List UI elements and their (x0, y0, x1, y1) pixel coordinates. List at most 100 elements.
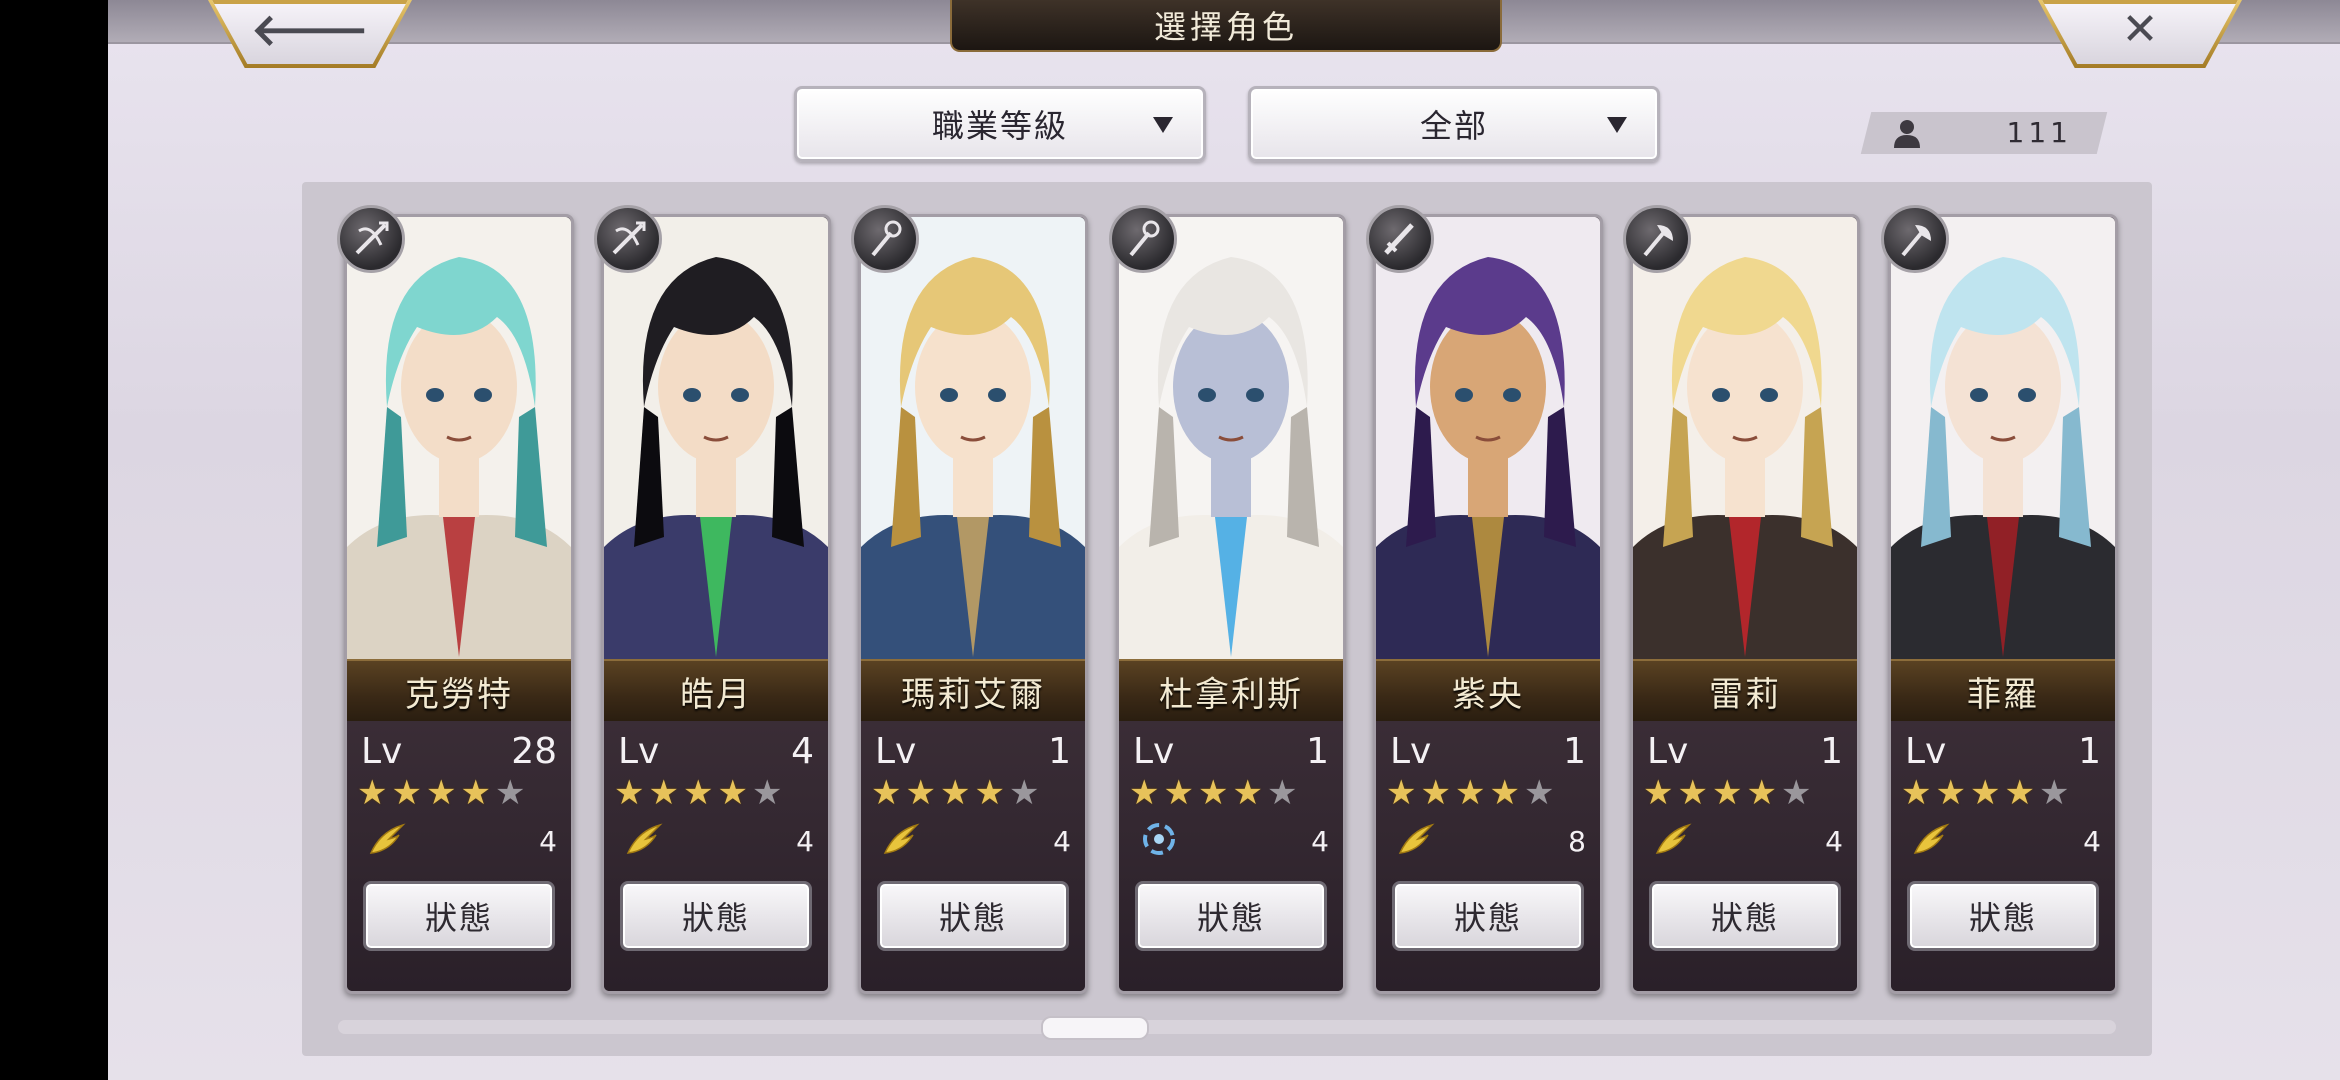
staff-icon (851, 205, 919, 273)
star-filled-icon: ★ (871, 773, 902, 813)
character-portrait[interactable] (1376, 217, 1600, 667)
level-value: 1 (1820, 731, 1843, 772)
character-portrait[interactable] (1119, 217, 1343, 667)
status-button[interactable]: 狀態 (1135, 881, 1327, 951)
star-filled-icon: ★ (1163, 773, 1194, 813)
character-name-bar: 雷莉 (1633, 659, 1857, 723)
status-button-label: 狀態 (681, 899, 750, 937)
status-button[interactable]: 狀態 (877, 881, 1069, 951)
level-value: 4 (791, 731, 814, 772)
character-name: 菲羅 (1967, 674, 2039, 715)
wind-feather-icon (1398, 823, 1435, 854)
level-label: Lv (1647, 731, 1689, 772)
rarity-stars: ★ ★ ★ ★ ★ (614, 773, 782, 813)
star-filled-icon: ★ (391, 773, 422, 813)
status-button-label: 狀態 (1196, 899, 1265, 937)
character-portrait[interactable] (1891, 217, 2115, 667)
character-portrait-art (1891, 217, 2115, 667)
category-dropdown-label: 全部 (1419, 107, 1488, 145)
wind-feather-icon (369, 823, 406, 854)
character-info: Lv 28 ★ ★ ★ ★ ★ 4 狀態 (347, 721, 571, 991)
character-info: Lv 1 ★ ★ ★ ★ ★ 4 狀態 (1119, 721, 1343, 991)
star-filled-icon: ★ (1677, 773, 1708, 813)
staff-icon (1109, 205, 1177, 273)
character-card[interactable]: 雷莉 Lv 1 ★ ★ ★ ★ ★ 4 狀態 (1623, 205, 1860, 994)
star-filled-icon: ★ (425, 773, 457, 813)
character-portrait[interactable] (1633, 217, 1857, 667)
rarity-stars: ★ ★ ★ ★ ★ (1386, 773, 1554, 813)
status-button[interactable]: 狀態 (1392, 881, 1584, 951)
star-filled-icon: ★ (1197, 773, 1229, 813)
star-filled-icon: ★ (357, 773, 388, 813)
close-icon: ✕ (2121, 3, 2159, 55)
star-filled-icon: ★ (939, 773, 971, 813)
star-empty-icon: ★ (1780, 773, 1812, 813)
character-name-bar: 紫央 (1376, 659, 1600, 723)
scrollbar-thumb[interactable] (1041, 1016, 1150, 1040)
star-filled-icon: ★ (1386, 773, 1417, 813)
character-portrait[interactable] (604, 217, 828, 667)
character-name: 瑪莉艾爾 (901, 674, 1045, 715)
character-portrait-art (347, 217, 571, 667)
rank-value: 4 (2083, 825, 2101, 858)
roster-count: 111 (1870, 112, 2100, 154)
star-filled-icon: ★ (682, 773, 714, 813)
star-filled-icon: ★ (648, 773, 679, 813)
character-name: 克勞特 (405, 674, 513, 715)
character-card[interactable]: 克勞特 Lv 28 ★ ★ ★ ★ ★ 4 狀態 (337, 205, 574, 994)
rank-value: 4 (539, 825, 557, 858)
character-card[interactable]: 瑪莉艾爾 Lv 1 ★ ★ ★ ★ ★ 4 狀態 (851, 205, 1088, 994)
horizontal-scrollbar[interactable] (338, 1020, 2116, 1034)
star-filled-icon: ★ (2004, 773, 2035, 813)
character-portrait-art (1119, 217, 1343, 667)
character-portrait[interactable] (347, 217, 571, 667)
chevron-down-icon (1153, 117, 1173, 133)
character-card[interactable]: 杜拿利斯 Lv 1 ★ ★ ★ ★ ★ 4 狀態 (1109, 205, 1346, 994)
character-name: 紫央 (1452, 674, 1524, 715)
character-info: Lv 1 ★ ★ ★ ★ ★ 4 狀態 (861, 721, 1085, 991)
character-portrait-art (1633, 217, 1857, 667)
character-card[interactable]: 紫央 Lv 1 ★ ★ ★ ★ ★ 8 狀態 (1366, 205, 1603, 994)
star-filled-icon: ★ (1420, 773, 1451, 813)
character-info: Lv 1 ★ ★ ★ ★ ★ 4 狀態 (1633, 721, 1857, 991)
wind-feather-icon (626, 823, 663, 854)
status-button-label: 狀態 (938, 899, 1007, 937)
status-button[interactable]: 狀態 (620, 881, 812, 951)
category-dropdown[interactable]: 全部 (1248, 86, 1660, 162)
status-button[interactable]: 狀態 (1649, 881, 1841, 951)
crossbow-icon (594, 205, 662, 273)
character-name-bar: 菲羅 (1891, 659, 2115, 723)
sword-icon (1366, 205, 1434, 273)
character-card[interactable]: 皓月 Lv 4 ★ ★ ★ ★ ★ 4 狀態 (594, 205, 831, 994)
rarity-stars: ★ ★ ★ ★ ★ (1643, 773, 1811, 813)
roster-count-value: 111 (2006, 116, 2072, 149)
level-label: Lv (875, 731, 917, 772)
sort-dropdown[interactable]: 職業等級 (794, 86, 1206, 162)
status-button-label: 狀態 (1453, 899, 1522, 937)
character-portrait[interactable] (861, 217, 1085, 667)
status-button[interactable]: 狀態 (363, 881, 555, 951)
level-label: Lv (1133, 731, 1175, 772)
rarity-stars: ★ ★ ★ ★ ★ (1901, 773, 2069, 813)
star-filled-icon: ★ (1746, 773, 1777, 813)
star-filled-icon: ★ (1935, 773, 1966, 813)
star-empty-icon: ★ (494, 773, 526, 813)
character-info: Lv 1 ★ ★ ★ ★ ★ 4 狀態 (1891, 721, 2115, 991)
character-card[interactable]: 菲羅 Lv 1 ★ ★ ★ ★ ★ 4 狀態 (1881, 205, 2118, 994)
status-button[interactable]: 狀態 (1907, 881, 2099, 951)
star-filled-icon: ★ (1232, 773, 1263, 813)
star-filled-icon: ★ (1454, 773, 1486, 813)
character-portrait-art (604, 217, 828, 667)
character-select-screen: 🡐 選擇角色 ✕ 職業等級 全部 111 克勞特 Lv 28 ★ ★ ★ ★ ★… (108, 0, 2340, 1080)
crossbow-icon (337, 205, 405, 273)
rarity-stars: ★ ★ ★ ★ ★ (1129, 773, 1297, 813)
chevron-down-icon (1607, 117, 1627, 133)
level-label: Lv (1905, 731, 1947, 772)
status-button-label: 狀態 (1968, 899, 2037, 937)
star-filled-icon: ★ (1129, 773, 1160, 813)
rank-value: 4 (1053, 825, 1071, 858)
level-label: Lv (1390, 731, 1432, 772)
wind-feather-icon (1913, 823, 1950, 854)
character-info: Lv 1 ★ ★ ★ ★ ★ 8 狀態 (1376, 721, 1600, 991)
level-value: 1 (1306, 731, 1329, 772)
